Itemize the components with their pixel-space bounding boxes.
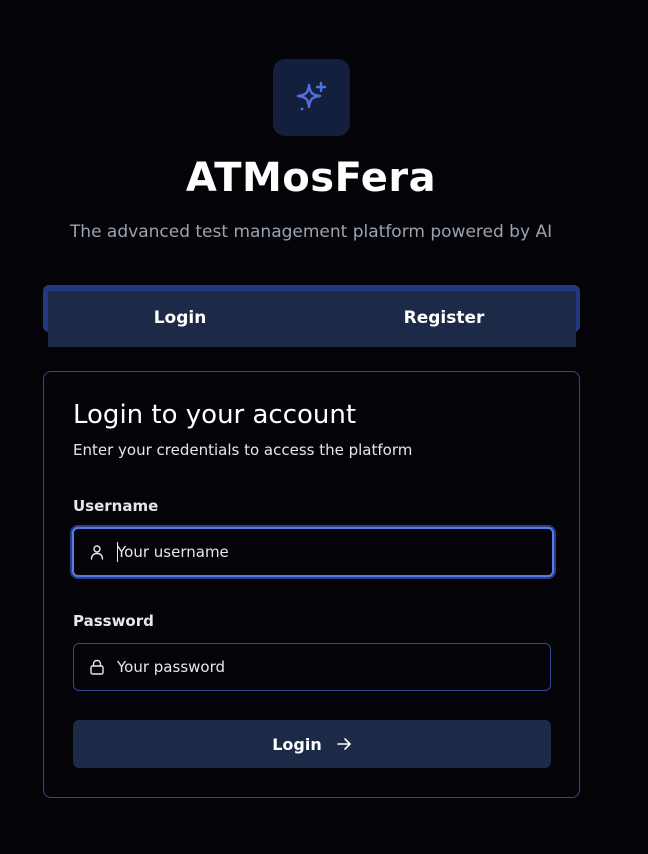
tab-login[interactable]: Login [48, 291, 312, 347]
username-field-wrapper[interactable] [72, 527, 554, 577]
tab-register[interactable]: Register [312, 291, 576, 347]
arrow-right-icon [336, 736, 352, 752]
auth-tabs: Login Register [48, 291, 576, 347]
login-page: ATMosFera The advanced test management p… [0, 0, 648, 854]
username-input[interactable] [117, 532, 552, 572]
card-description: Enter your credentials to access the pla… [73, 441, 413, 459]
card-title: Login to your account [73, 400, 357, 430]
username-label: Username [73, 497, 159, 515]
login-submit-label: Login [272, 734, 322, 754]
password-label: Password [73, 612, 154, 630]
lock-icon [89, 659, 105, 675]
user-icon [89, 544, 105, 560]
app-subtitle: The advanced test management platform po… [69, 222, 553, 242]
app-title: ATMosFera [185, 155, 437, 201]
login-submit-button[interactable]: Login [73, 720, 551, 768]
login-card: Login to your account Enter your credent… [43, 371, 580, 798]
password-input[interactable] [117, 647, 550, 687]
app-logo [273, 59, 350, 136]
sparkles-icon [296, 81, 326, 110]
password-field-wrapper[interactable] [73, 643, 551, 691]
